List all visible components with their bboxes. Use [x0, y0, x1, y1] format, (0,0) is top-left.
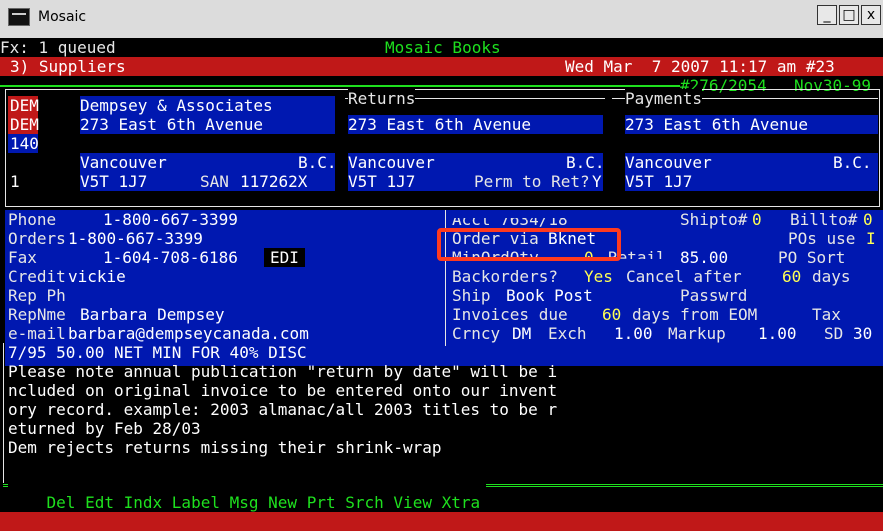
- retail-value[interactable]: 85.00: [680, 248, 728, 267]
- discount-terms[interactable]: 7/95 50.00 NET MIN FOR 40% DISC: [8, 343, 307, 362]
- exch-value[interactable]: 1.00: [614, 324, 653, 343]
- window-title: Mosaic: [38, 9, 87, 25]
- cmd-prt[interactable]: Prt: [307, 493, 336, 512]
- payments-province[interactable]: B.C.: [833, 153, 872, 172]
- date-time: Wed Mar 7 2007 11:17 am #23: [565, 57, 835, 76]
- perm-to-ret-value[interactable]: Y: [592, 172, 602, 191]
- shipto-label: Shipto#: [680, 210, 748, 229]
- edi-flag[interactable]: EDI: [264, 248, 305, 267]
- command-bar: Del Edt Indx Label Msg New Prt Srch View…: [8, 474, 487, 512]
- note-line: ncluded on original invoice to be entere…: [8, 381, 558, 400]
- credit-value[interactable]: vickie: [68, 267, 126, 286]
- email-value[interactable]: barbara@dempseycanada.com: [68, 324, 309, 343]
- pos-use-label: POs use: [788, 229, 856, 248]
- ship-value[interactable]: Book Post: [506, 286, 593, 305]
- note-line: Please note annual publication "return b…: [8, 362, 558, 381]
- notes-frame-left: [3, 343, 4, 483]
- shipto-value[interactable]: 0: [752, 210, 762, 229]
- note-line: eturned by Feb 28/03: [8, 419, 201, 438]
- rep-phone-label: Rep Ph: [8, 286, 66, 305]
- console-app-icon: [8, 8, 30, 26]
- phone-value[interactable]: 1-800-667-3399: [103, 210, 238, 229]
- returns-postal[interactable]: V5T 1J7: [348, 172, 415, 191]
- invoices-due-days[interactable]: 60: [602, 305, 621, 324]
- status-band: [0, 512, 883, 531]
- invoices-due-suffix: days from EOM: [632, 305, 758, 324]
- queue-status: Fx: 1 queued: [0, 38, 116, 57]
- backorders-label: Backorders?: [452, 267, 558, 286]
- cmd-del[interactable]: Del: [47, 493, 76, 512]
- cancel-after-label: Cancel after: [626, 267, 742, 286]
- ship-label: Ship: [452, 286, 491, 305]
- minimize-button[interactable]: _: [817, 5, 837, 25]
- invoices-due-label: Invoices due: [452, 305, 568, 324]
- phone-label: Phone: [8, 210, 57, 229]
- cmd-label[interactable]: Label: [172, 493, 220, 512]
- supplier-city[interactable]: Vancouver: [80, 153, 167, 172]
- supplier-type[interactable]: 1: [10, 172, 20, 191]
- pos-use-value[interactable]: I: [866, 229, 876, 248]
- san-label: SAN: [200, 172, 229, 191]
- fax-label: Fax: [8, 248, 37, 267]
- currency-value[interactable]: DM: [512, 324, 531, 343]
- payments-address[interactable]: 273 East 6th Avenue: [625, 115, 808, 134]
- supplier-name[interactable]: Dempsey & Associates: [80, 96, 273, 115]
- orders-value[interactable]: 1-800-667-3399: [68, 229, 203, 248]
- cancel-days-value[interactable]: 60: [782, 267, 801, 286]
- supplier-number[interactable]: 140: [10, 134, 39, 153]
- cmd-srch[interactable]: Srch: [345, 493, 384, 512]
- sd-label: SD: [824, 324, 844, 343]
- backorders-value[interactable]: Yes: [584, 267, 613, 286]
- supplier-code[interactable]: DEM: [10, 96, 39, 115]
- cmd-new[interactable]: New: [268, 493, 297, 512]
- password-label: Passwrd: [680, 286, 748, 305]
- payments-city[interactable]: Vancouver: [625, 153, 712, 172]
- supplier-postal[interactable]: V5T 1J7: [80, 172, 147, 191]
- app-name: Mosaic Books: [385, 38, 501, 57]
- rep-name-value[interactable]: Barbara Dempsey: [80, 305, 225, 324]
- cancel-days-unit: days: [812, 267, 851, 286]
- billto-label: Billto#: [790, 210, 858, 229]
- cmd-xtra[interactable]: Xtra: [442, 493, 481, 512]
- currency-label: Crncy: [452, 324, 501, 343]
- credit-label: Credit: [8, 267, 66, 286]
- cmd-msg[interactable]: Msg: [230, 493, 259, 512]
- maximize-button[interactable]: □: [839, 5, 859, 25]
- fax-value[interactable]: 1-604-708-6186: [103, 248, 238, 267]
- payments-postal[interactable]: V5T 1J7: [625, 172, 692, 191]
- returns-city[interactable]: Vancouver: [348, 153, 435, 172]
- supplier-address[interactable]: 273 East 6th Avenue: [80, 115, 263, 134]
- email-label: e-mail: [8, 324, 66, 343]
- terminal-screen: Fx: 1 queued Mosaic Books 3) Suppliers W…: [0, 38, 883, 531]
- cmd-edt[interactable]: Edt: [85, 493, 114, 512]
- note-line: ory record. example: 2003 almanac/all 20…: [8, 400, 558, 419]
- supplier-province[interactable]: B.C.: [298, 153, 337, 172]
- supplier-code-2[interactable]: DEM: [10, 115, 39, 134]
- note-line: Dem rejects returns missing their shrink…: [8, 438, 442, 457]
- orders-label: Orders: [8, 229, 66, 248]
- order-via-highlight: [437, 228, 621, 261]
- markup-label: Markup: [668, 324, 726, 343]
- returns-label: Returns: [348, 89, 416, 108]
- po-sort-label: PO Sort: [778, 248, 846, 267]
- returns-address[interactable]: 273 East 6th Avenue: [348, 115, 531, 134]
- returns-province[interactable]: B.C.: [566, 153, 605, 172]
- cmd-indx[interactable]: Indx: [124, 493, 163, 512]
- billto-value[interactable]: 0: [863, 210, 873, 229]
- exch-label: Exch: [548, 324, 587, 343]
- payments-label: Payments: [625, 89, 703, 108]
- cmd-view[interactable]: View: [393, 493, 432, 512]
- menu-title: 3) Suppliers: [10, 57, 126, 76]
- rep-name-label: RepNme: [8, 305, 66, 324]
- close-button[interactable]: x: [861, 5, 881, 25]
- perm-to-ret-label: Perm to Ret?: [474, 172, 590, 191]
- top-border: [0, 85, 680, 87]
- markup-value[interactable]: 1.00: [758, 324, 797, 343]
- sd-value[interactable]: 30: [853, 324, 872, 343]
- san-value[interactable]: 117262X: [240, 172, 307, 191]
- window-titlebar: Mosaic _ □ x: [0, 0, 883, 38]
- tax-label: Tax: [812, 305, 841, 324]
